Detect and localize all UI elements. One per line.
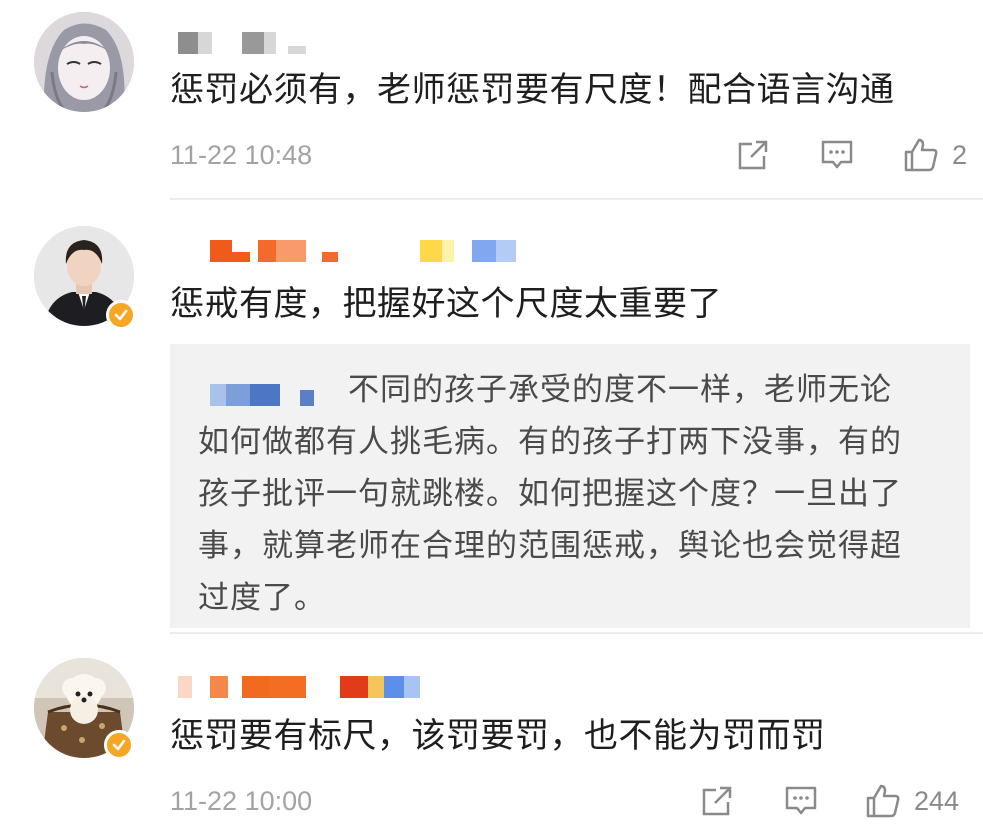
reply-line: 事，就算老师在合理的范围惩戒，舆论也会觉得超 <box>198 528 902 564</box>
comment-icon[interactable] <box>818 136 856 174</box>
username-redacted[interactable] <box>210 240 520 262</box>
reply-box[interactable]: 不同的孩子承受的度不一样，老师无论 如何做都有人挑毛病。有的孩子打两下没事，有的… <box>170 344 970 628</box>
comment-text: 惩罚必须有，老师惩罚要有尺度！配合语言沟通 <box>170 70 895 110</box>
reply-line: 如何做都有人挑毛病。有的孩子打两下没事，有的 <box>198 424 902 460</box>
comment-meta: 11-22 10:48 2 <box>170 136 970 176</box>
reply-line: 不同的孩子承受的度不一样，老师无论 <box>348 372 892 408</box>
comment-icon[interactable] <box>782 782 820 820</box>
reply-text: 不同的孩子承受的度不一样，老师无论 如何做都有人挑毛病。有的孩子打两下没事，有的… <box>198 364 958 624</box>
timestamp: 11-22 10:00 <box>170 786 313 816</box>
share-icon[interactable] <box>698 782 736 820</box>
reply-line: 孩子批评一句就跳楼。如何把握这个度？一旦出了 <box>198 476 902 512</box>
comment-text: 惩戒有度，把握好这个尺度太重要了 <box>170 284 722 324</box>
timestamp: 11-22 10:48 <box>170 140 313 170</box>
avatar[interactable] <box>34 12 134 112</box>
comment-text: 惩罚要有标尺，该罚要罚，也不能为罚而罚 <box>170 716 826 756</box>
like-count: 2 <box>952 140 968 170</box>
username-redacted[interactable] <box>178 676 428 698</box>
thumbs-up-icon[interactable] <box>864 782 902 820</box>
like-count: 244 <box>914 786 960 816</box>
comment-meta: 11-22 10:00 244 <box>170 782 970 822</box>
verified-badge-icon <box>106 300 136 330</box>
comment-item: 惩罚要有标尺，该罚要罚，也不能为罚而罚 11-22 10:00 244 <box>0 634 983 825</box>
username-redacted[interactable] <box>178 32 318 54</box>
verified-badge-icon <box>104 730 134 760</box>
comment-item: 惩罚必须有，老师惩罚要有尺度！配合语言沟通 11-22 10:48 2 <box>0 0 983 200</box>
share-icon[interactable] <box>734 136 772 174</box>
avatar-illustration <box>34 12 134 112</box>
comment-item: 惩戒有度，把握好这个尺度太重要了 不同的孩子承受的度不一样，老师无论 如何做都有… <box>0 200 983 632</box>
reply-line: 过度了。 <box>198 580 326 616</box>
thumbs-up-icon[interactable] <box>902 136 940 174</box>
